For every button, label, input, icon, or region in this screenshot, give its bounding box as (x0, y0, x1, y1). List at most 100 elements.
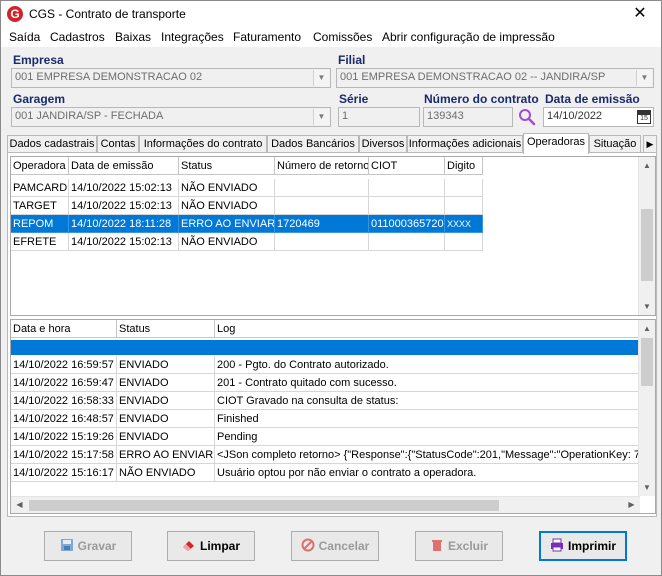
log-cell: <JSon completo retorno> {"Response":{"St… (215, 446, 640, 464)
ciot-cell (369, 233, 445, 251)
calendar-icon[interactable]: 15 (637, 110, 651, 124)
excluir-button[interactable]: Excluir (415, 531, 503, 561)
table-row[interactable]: 14/10/2022 15:17:58 ERRO AO ENVIAR <JSon… (11, 446, 640, 464)
tab-situacao[interactable]: Situação (589, 135, 641, 153)
gravar-button[interactable]: Gravar (44, 531, 132, 561)
tab-diversos[interactable]: Diversos (359, 135, 407, 153)
column-header[interactable]: Número de retorno (275, 157, 369, 175)
tab-scroll-arrow[interactable]: ▶ (643, 135, 657, 153)
imprimir-button[interactable]: Imprimir (539, 531, 627, 561)
scroll-up-icon[interactable]: ▲ (639, 157, 655, 174)
scroll-left-icon[interactable]: ◀ (11, 497, 28, 513)
save-icon (60, 534, 74, 551)
table-row-selected[interactable]: REPOM 14/10/2022 18:11:28 ERRO AO ENVIAR… (11, 215, 483, 233)
gravar-label: Gravar (77, 539, 117, 553)
data-hora-cell: 14/10/2022 15:17:58 (11, 446, 117, 464)
cancelar-button[interactable]: Cancelar (291, 531, 379, 561)
scroll-thumb[interactable] (29, 500, 499, 511)
limpar-button[interactable]: Limpar (167, 531, 255, 561)
table-row[interactable]: TARGET 14/10/2022 15:02:13 NÃO ENVIADO (11, 197, 483, 215)
table-row[interactable]: 14/10/2022 16:48:57 ENVIADO Finished (11, 410, 640, 428)
operadoras-panel: Operadora Data de emissão Status Número … (7, 152, 657, 517)
status-cell: ENVIADO (117, 374, 215, 392)
table-row[interactable]: 14/10/2022 16:59:57 ENVIADO 200 - Pgto. … (11, 356, 640, 374)
tab-dados-bancarios[interactable]: Dados Bancários (267, 135, 359, 153)
menu-saida[interactable]: Saída (9, 30, 40, 44)
tab-dados-cadastrais[interactable]: Dados cadastrais (7, 135, 97, 153)
menu-integracoes[interactable]: Integrações (161, 30, 224, 44)
log-horizontal-scrollbar[interactable]: ◀ ▶ (11, 496, 640, 513)
menu-abrir-configuracao-impressao[interactable]: Abrir configuração de impressão (382, 30, 555, 44)
table-row[interactable]: EFRETE 14/10/2022 15:02:13 NÃO ENVIADO (11, 233, 483, 251)
data-hora-cell: 14/10/2022 16:59:47 (11, 374, 117, 392)
ciot-cell (369, 179, 445, 197)
excluir-label: Excluir (447, 539, 489, 553)
numero-retorno-cell (275, 179, 369, 197)
table-row[interactable]: 14/10/2022 16:58:33 ENVIADO CIOT Gravado… (11, 392, 640, 410)
filial-label: Filial (338, 53, 366, 67)
column-header[interactable]: Status (117, 320, 215, 338)
empresa-value: 001 EMPRESA DEMONSTRACAO 02 (15, 71, 203, 83)
column-header[interactable]: Data de emissão (69, 157, 179, 175)
status-cell: ENVIADO (117, 392, 215, 410)
table-row[interactable]: 14/10/2022 15:16:17 NÃO ENVIADO Usuário … (11, 464, 640, 482)
scroll-down-icon[interactable]: ▼ (639, 479, 655, 496)
ciot-cell: 011000365720 (369, 215, 445, 233)
empresa-select[interactable]: 001 EMPRESA DEMONSTRACAO 02 ▼ (11, 68, 331, 88)
table-row[interactable]: 14/10/2022 15:19:26 ENVIADO Pending (11, 428, 640, 446)
data-emissao-value: 14/10/2022 (547, 110, 603, 122)
status-cell: ENVIADO (117, 410, 215, 428)
menu-comissoes[interactable]: Comissões (313, 30, 372, 44)
status-cell: ENVIADO (117, 428, 215, 446)
column-header[interactable]: Digito (445, 157, 483, 175)
menu-faturamento[interactable]: Faturamento (233, 30, 301, 44)
numero-contrato-field[interactable]: 139343 (423, 107, 513, 127)
tab-operadoras[interactable]: Operadoras (523, 133, 589, 154)
tab-informacoes-adicionais[interactable]: Informações adicionais (407, 135, 523, 153)
main-window: G CGS - Contrato de transporte ✕ Saída C… (0, 0, 662, 576)
scroll-down-icon[interactable]: ▼ (639, 298, 655, 315)
scroll-right-icon[interactable]: ▶ (623, 497, 640, 513)
cancel-icon (301, 534, 315, 552)
scroll-thumb[interactable] (641, 338, 653, 386)
table-row[interactable]: 14/10/2022 16:59:47 ENVIADO 201 - Contra… (11, 374, 640, 392)
numero-contrato-label: Número do contrato (424, 92, 539, 106)
log-cell: 200 - Pgto. do Contrato autorizado. (215, 356, 640, 374)
log-grid: Data e hora Status Log 14/10/2022 16:59:… (10, 319, 656, 514)
trash-icon (430, 534, 444, 551)
scroll-thumb[interactable] (641, 209, 653, 281)
operadora-cell: REPOM (11, 215, 69, 233)
data-hora-cell: 14/10/2022 16:59:57 (11, 356, 117, 374)
data-hora-cell: 14/10/2022 16:48:57 (11, 410, 117, 428)
menu-cadastros[interactable]: Cadastros (50, 30, 105, 44)
garagem-label: Garagem (13, 92, 66, 106)
filial-value: 001 EMPRESA DEMONSTRACAO 02 -- JANDIRA/S… (340, 71, 606, 83)
imprimir-label: Imprimir (567, 539, 616, 553)
data-emissao-field[interactable]: 14/10/2022 15 (543, 107, 654, 127)
scroll-up-icon[interactable]: ▲ (639, 320, 655, 337)
column-header[interactable]: Data e hora (11, 320, 117, 338)
column-header[interactable]: CIOT (369, 157, 445, 175)
column-header[interactable]: Status (179, 157, 275, 175)
data-emissao-cell: 14/10/2022 18:11:28 (69, 215, 179, 233)
tab-contas[interactable]: Contas (97, 135, 139, 153)
table-row-selected[interactable] (11, 340, 640, 355)
operadoras-grid: Operadora Data de emissão Status Número … (10, 156, 656, 316)
table-row[interactable]: PAMCARD 14/10/2022 15:02:13 NÃO ENVIADO (11, 179, 483, 197)
search-icon[interactable] (517, 107, 537, 127)
tab-informacoes-contrato[interactable]: Informações do contrato (139, 135, 267, 153)
menu-baixas[interactable]: Baixas (115, 30, 151, 44)
column-header[interactable]: Operadora (11, 157, 69, 175)
log-vertical-scrollbar[interactable]: ▲ ▼ (638, 320, 655, 496)
column-header[interactable]: Log (215, 320, 640, 338)
eraser-icon (182, 534, 196, 551)
chevron-down-icon: ▼ (636, 70, 652, 86)
menu-bar: Saída Cadastros Baixas Integrações Fatur… (1, 27, 661, 47)
serie-field[interactable]: 1 (338, 107, 420, 127)
filial-select[interactable]: 001 EMPRESA DEMONSTRACAO 02 -- JANDIRA/S… (336, 68, 654, 88)
close-button[interactable]: ✕ (623, 1, 657, 27)
data-hora-cell: 14/10/2022 15:16:17 (11, 464, 117, 482)
operadoras-vertical-scrollbar[interactable]: ▲ ▼ (638, 157, 655, 315)
garagem-select[interactable]: 001 JANDIRA/SP - FECHADA ▼ (11, 107, 331, 127)
status-cell: NÃO ENVIADO (179, 197, 275, 215)
